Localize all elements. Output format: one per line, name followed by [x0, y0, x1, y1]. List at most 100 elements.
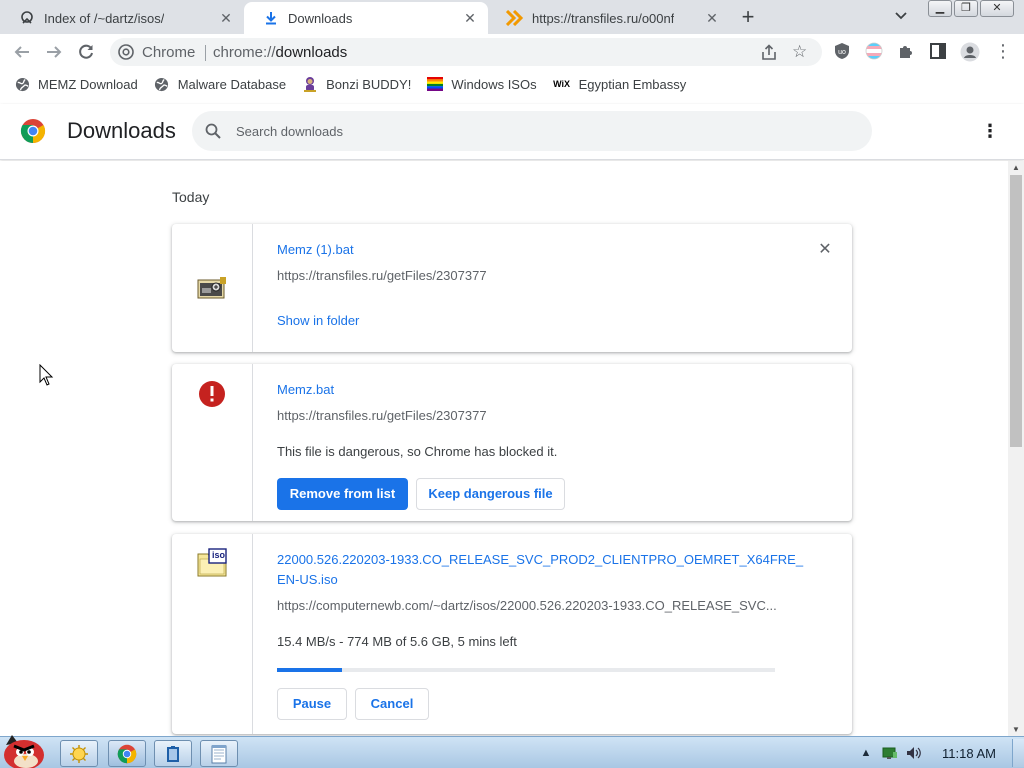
taskbar-clock[interactable]: 11:18 AM	[942, 746, 996, 761]
batch-file-icon	[196, 272, 228, 304]
taskbar-chrome-app[interactable]	[108, 740, 146, 767]
profile-avatar-icon[interactable]	[960, 42, 980, 62]
rainbow-flag-icon	[427, 76, 444, 92]
file-name-link[interactable]: Memz.bat	[277, 380, 334, 400]
icon-column: iso	[172, 534, 253, 734]
search-downloads-input[interactable]	[236, 121, 836, 141]
system-tray: ▲	[858, 745, 930, 761]
iso-file-icon: iso	[196, 548, 228, 580]
keep-dangerous-file-button[interactable]: Keep dangerous file	[416, 478, 565, 510]
download-item: iso 22000.526.220203-1933.CO_RELEASE_SVC…	[172, 534, 852, 734]
reload-button[interactable]	[76, 42, 98, 64]
bookmark-egyptian-embassy[interactable]: WiX Egyptian Embassy	[553, 76, 686, 92]
file-name-link[interactable]: 22000.526.220203-1933.CO_RELEASE_SVC_PRO…	[277, 550, 803, 590]
globe-icon	[154, 76, 170, 92]
side-panel-icon[interactable]	[929, 42, 949, 62]
network-icon[interactable]	[882, 745, 898, 761]
section-date: Today	[172, 189, 210, 205]
pause-button[interactable]: Pause	[277, 688, 347, 720]
start-button-angry-bird-icon[interactable]	[0, 731, 52, 768]
extensions-puzzle-icon[interactable]	[897, 42, 917, 62]
downloads-list: Today Memz (1).bat https://transfiles.ru…	[0, 161, 1008, 736]
page-scrollbar[interactable]: ▲ ▼	[1008, 161, 1024, 736]
tab-index-of-isos[interactable]: Index of /~dartz/isos/ ✕	[0, 2, 244, 34]
share-icon[interactable]	[760, 44, 778, 62]
url-text[interactable]: chrome://downloads	[213, 44, 347, 61]
danger-icon	[198, 380, 226, 408]
bookmark-windows-isos[interactable]: Windows ISOs	[427, 76, 537, 92]
download-item: Memz.bat https://transfiles.ru/getFiles/…	[172, 364, 852, 521]
more-actions-icon[interactable]: ⋮	[980, 122, 1000, 142]
show-in-folder-link[interactable]: Show in folder	[277, 313, 359, 328]
globe-icon	[14, 76, 30, 92]
progress-fill	[277, 668, 342, 672]
forward-button[interactable]	[44, 42, 66, 64]
close-icon[interactable]: ✕	[704, 10, 720, 26]
source-url[interactable]: https://computernewb.com/~dartz/isos/220…	[277, 598, 777, 613]
bookmark-malware-database[interactable]: Malware Database	[154, 76, 286, 92]
download-item: Memz (1).bat https://transfiles.ru/getFi…	[172, 224, 852, 352]
back-button[interactable]	[12, 42, 34, 64]
cancel-button[interactable]: Cancel	[355, 688, 429, 720]
taskbar: ▲ 11:18 AM	[0, 735, 1024, 768]
search-icon	[204, 122, 222, 140]
wix-icon: WiX	[553, 79, 571, 89]
mouse-cursor-icon	[39, 363, 55, 388]
remove-from-list-button[interactable]: Remove from list	[277, 478, 408, 510]
download-icon	[262, 9, 280, 27]
file-name-link[interactable]: Memz (1).bat	[277, 240, 354, 260]
address-bar[interactable]: Chrome chrome://downloads ☆	[110, 38, 822, 66]
restore-button[interactable]: ❐	[954, 0, 978, 17]
scroll-thumb[interactable]	[1010, 175, 1022, 447]
taskbar-explorer-app[interactable]	[154, 740, 192, 767]
taskbar-notepad-app[interactable]	[200, 740, 238, 767]
iso-badge: iso	[211, 550, 225, 560]
source-url[interactable]: https://transfiles.ru/getFiles/2307377	[277, 268, 777, 283]
bonzi-icon	[302, 76, 318, 92]
tab-strip: Index of /~dartz/isos/ ✕ Downloads ✕ htt…	[0, 0, 1024, 34]
source-url[interactable]: https://transfiles.ru/getFiles/2307377	[277, 408, 777, 423]
close-icon[interactable]: ✕	[462, 10, 478, 26]
window-controls: ▁ ❐ ✕	[926, 0, 1014, 18]
show-desktop-button[interactable]	[1012, 739, 1024, 767]
volume-icon[interactable]	[906, 745, 922, 761]
bookmarks-bar: MEMZ Download Malware Database Bonzi BUD…	[0, 70, 1024, 98]
bookmark-memz-download[interactable]: MEMZ Download	[14, 76, 138, 92]
taskbar-paint-app[interactable]	[60, 740, 98, 767]
svg-text:uo: uo	[838, 49, 846, 56]
web-icon	[18, 9, 36, 27]
chevron-orange-icon	[506, 9, 524, 27]
page-title: Downloads	[67, 118, 176, 143]
minimize-button[interactable]: ▁	[928, 0, 952, 17]
toolbar: Chrome chrome://downloads ☆ uo ⋮	[0, 34, 1024, 70]
bookmark-bonzi-buddy[interactable]: Bonzi BUDDY!	[302, 76, 411, 92]
bookmark-star-icon[interactable]: ☆	[792, 43, 810, 61]
scroll-down-arrow-icon[interactable]: ▼	[1012, 725, 1020, 734]
downloads-header: Downloads ⋮	[0, 104, 1024, 160]
search-bar[interactable]	[192, 111, 872, 151]
tray-expand-arrow-icon[interactable]: ▲	[858, 745, 874, 761]
ublock-extension-icon[interactable]: uo	[833, 42, 853, 62]
site-chip: Chrome	[142, 44, 196, 61]
scroll-up-arrow-icon[interactable]: ▲	[1012, 163, 1020, 172]
tab-search-chevron-icon[interactable]	[894, 8, 914, 28]
tab-transfiles[interactable]: https://transfiles.ru/o00nf ✕	[488, 2, 730, 34]
new-tab-button[interactable]: +	[736, 6, 760, 30]
tab-label: Index of /~dartz/isos/	[44, 10, 165, 26]
progress-bar	[277, 668, 775, 672]
chrome-logo-icon	[20, 118, 46, 144]
icon-column	[172, 224, 253, 352]
close-icon[interactable]: ✕	[218, 10, 234, 26]
icon-column	[172, 364, 253, 521]
close-window-button[interactable]: ✕	[980, 0, 1014, 17]
chrome-menu-icon[interactable]: ⋮	[993, 42, 1013, 62]
download-progress-text: 15.4 MB/s - 774 MB of 5.6 GB, 5 mins lef…	[277, 634, 517, 649]
danger-status-text: This file is dangerous, so Chrome has bl…	[277, 444, 558, 459]
divider	[205, 45, 206, 61]
tab-downloads[interactable]: Downloads ✕	[244, 2, 488, 34]
remove-item-close-icon[interactable]: ✕	[817, 242, 833, 258]
trans-flag-extension-icon[interactable]	[865, 42, 885, 62]
tab-label: https://transfiles.ru/o00nf	[532, 10, 675, 26]
chrome-site-icon[interactable]	[118, 44, 134, 60]
tab-label: Downloads	[288, 10, 353, 26]
